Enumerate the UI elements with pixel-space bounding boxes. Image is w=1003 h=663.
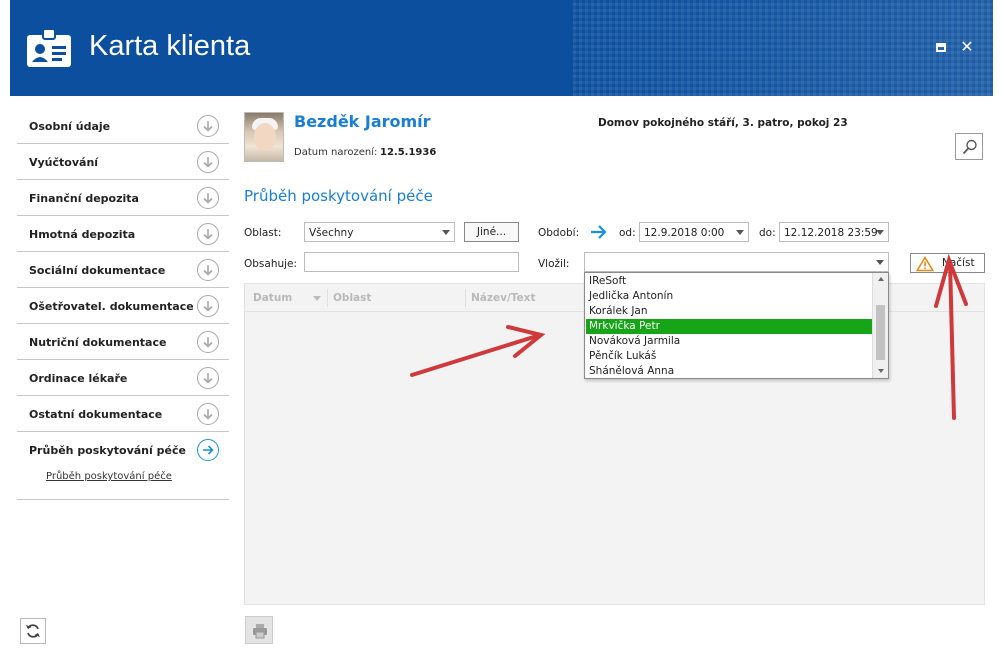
- load-button-label: Načíst: [942, 257, 975, 269]
- column-header-nazev-text[interactable]: Název/Text: [471, 292, 535, 304]
- dropdown-option[interactable]: Shánělová Anna: [586, 364, 872, 379]
- dropdown-scrollbar[interactable]: [872, 273, 888, 378]
- dropdown-option[interactable]: Pěnčík Lukáš: [586, 349, 872, 364]
- area-label: Oblast:: [244, 227, 282, 239]
- sidebar-item-label: Finanční depozita: [29, 192, 139, 205]
- maximize-button[interactable]: [934, 40, 948, 54]
- inserted-by-dropdown: IReSoft Jedlička Antonín Korálek Jan Mrk…: [584, 272, 889, 379]
- sidebar-item-financni-depozita[interactable]: Finanční depozita: [17, 180, 229, 216]
- maximize-icon: [936, 43, 946, 52]
- arrow-down-circle-icon: [197, 151, 219, 173]
- area-select-value: Všechny: [309, 227, 354, 239]
- dob-value: 12.5.1936: [380, 147, 437, 158]
- warning-icon: [916, 256, 934, 272]
- arrow-down-circle-icon: [197, 223, 219, 245]
- sidebar-item-label: Ordinace lékaře: [29, 372, 128, 385]
- area-select[interactable]: Všechny: [304, 222, 455, 242]
- dropdown-option[interactable]: Jedlička Antonín: [586, 289, 872, 304]
- from-date-value: 12.9.2018 0:00: [644, 227, 725, 239]
- search-button[interactable]: [955, 133, 983, 160]
- dropdown-option[interactable]: Korálek Jan: [586, 304, 872, 319]
- column-header-datum[interactable]: Datum: [253, 292, 292, 304]
- scroll-up-icon[interactable]: [878, 277, 884, 281]
- section-title: Průběh poskytování péče: [244, 187, 433, 205]
- chevron-down-icon: [876, 260, 884, 265]
- chevron-down-icon: [876, 230, 884, 235]
- sidebar-item-label: Vyúčtování: [29, 156, 99, 169]
- scroll-down-icon[interactable]: [878, 369, 884, 373]
- sidebar-item-ostatni-dokumentace[interactable]: Ostatní dokumentace: [17, 396, 229, 432]
- close-button[interactable]: ✕: [960, 39, 974, 55]
- column-header-oblast[interactable]: Oblast: [333, 292, 371, 304]
- from-date-picker[interactable]: 12.9.2018 0:00: [639, 222, 749, 242]
- patient-name: Bezděk Jaromír: [294, 112, 431, 131]
- sidebar-item-label: Průběh poskytování péče: [29, 444, 186, 457]
- sidebar-item-label: Osobní údaje: [29, 120, 111, 133]
- arrow-right-icon[interactable]: [590, 224, 608, 240]
- contains-label: Obsahuje:: [244, 258, 298, 270]
- arrow-down-circle-icon: [197, 259, 219, 281]
- other-button[interactable]: Jiné...: [464, 222, 519, 242]
- arrow-down-circle-icon: [197, 115, 219, 137]
- load-button[interactable]: Načíst: [910, 253, 985, 273]
- title-bar: Karta klienta ✕: [10, 0, 993, 96]
- search-icon: [962, 139, 977, 155]
- arrow-right-circle-icon: [197, 439, 219, 461]
- sidebar: Osobní údaje Vyúčtování Finanční depozit…: [17, 108, 229, 500]
- contains-input[interactable]: [304, 252, 519, 272]
- sidebar-item-label: Hmotná depozita: [29, 228, 136, 241]
- sidebar-item-label: Ošetřovatel. dokumentace: [29, 300, 194, 313]
- to-date-picker[interactable]: 12.12.2018 23:59: [779, 222, 889, 242]
- sidebar-item-osobni-udaje[interactable]: Osobní údaje: [17, 108, 229, 144]
- printer-icon: [253, 624, 267, 639]
- sidebar-item-ordinace-lekare[interactable]: Ordinace lékaře: [17, 360, 229, 396]
- print-button[interactable]: [245, 616, 273, 644]
- arrow-down-circle-icon: [197, 403, 219, 425]
- sidebar-sub-link-prubeh-pece[interactable]: Průběh poskytování péče: [17, 468, 229, 500]
- chevron-down-icon: [442, 230, 450, 235]
- dropdown-option[interactable]: Nováková Jarmila: [586, 334, 872, 349]
- to-date-value: 12.12.2018 23:59: [784, 227, 878, 239]
- facility-location: Domov pokojného stáří, 3. patro, pokoj 2…: [598, 117, 848, 129]
- from-label: od:: [619, 227, 636, 239]
- inserted-by-select[interactable]: [584, 252, 889, 272]
- to-label: do:: [759, 227, 776, 239]
- sidebar-sub-link-label: Průběh poskytování péče: [46, 471, 172, 482]
- patient-photo: [244, 112, 284, 162]
- arrow-down-circle-icon: [197, 331, 219, 353]
- sidebar-item-label: Nutriční dokumentace: [29, 336, 167, 349]
- refresh-button[interactable]: [20, 618, 46, 644]
- title-bar-pattern: [573, 0, 993, 96]
- chevron-down-icon: [736, 230, 744, 235]
- refresh-icon: [26, 624, 40, 638]
- dob-label: Datum narození:: [294, 147, 378, 158]
- arrow-down-circle-icon: [197, 295, 219, 317]
- sidebar-item-label: Ostatní dokumentace: [29, 408, 163, 421]
- sort-desc-icon: [313, 296, 321, 301]
- arrow-down-circle-icon: [197, 187, 219, 209]
- period-label: Období:: [538, 227, 580, 239]
- window-title: Karta klienta: [89, 30, 251, 62]
- inserted-by-label: Vložil:: [538, 258, 570, 270]
- sidebar-item-label: Sociální dokumentace: [29, 264, 166, 277]
- id-card-icon: [27, 28, 71, 67]
- arrow-down-circle-icon: [197, 367, 219, 389]
- sidebar-item-socialni-dokumentace[interactable]: Sociální dokumentace: [17, 252, 229, 288]
- sidebar-item-prubeh-pece[interactable]: Průběh poskytování péče: [17, 432, 229, 468]
- sidebar-item-nutricni-dokumentace[interactable]: Nutriční dokumentace: [17, 324, 229, 360]
- sidebar-item-hmotna-depozita[interactable]: Hmotná depozita: [17, 216, 229, 252]
- dropdown-option-selected[interactable]: Mrkvička Petr: [586, 319, 872, 334]
- dropdown-option[interactable]: IReSoft: [586, 274, 872, 289]
- scrollbar-thumb[interactable]: [876, 305, 885, 360]
- sidebar-item-osetrovatel-dokumentace[interactable]: Ošetřovatel. dokumentace: [17, 288, 229, 324]
- sidebar-item-vyuctovani[interactable]: Vyúčtování: [17, 144, 229, 180]
